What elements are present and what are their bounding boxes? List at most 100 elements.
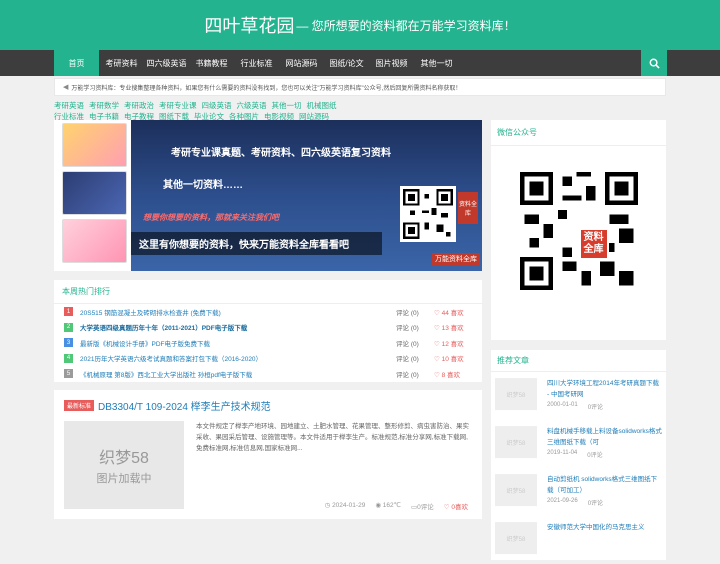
article-meta: ◷ 2024-01-29 ◉ 162℃ ▭0评论 ♡ 0喜欢	[325, 501, 468, 511]
rec-item: 织梦58 料盘机械手移载上料设备solidworks格式三维图纸下载（可 201…	[491, 420, 666, 468]
slider-thumbs	[54, 120, 131, 271]
article-views: ◉ 162℃	[375, 502, 401, 509]
rec-link[interactable]: 安徽师范大学中国化的马克思主义	[547, 524, 645, 531]
like-count: ♡ 10 喜欢	[434, 356, 464, 364]
like-count: ♡ 8 喜欢	[434, 371, 461, 379]
like-count: ♡ 44 喜欢	[434, 309, 464, 317]
wechat-title: 微信公众号	[491, 120, 666, 146]
hot-link[interactable]: 20S515 钢筋混凝土及砖砌排水检查井 (免费下载)	[80, 307, 396, 317]
hot-link[interactable]: 大学英语四级真题历年十年（2011-2021）PDF电子版下载	[80, 322, 396, 332]
sidebar: 微信公众号 资料全库 推荐文章 织梦58 四川大学环境工程2014年考研真题下载…	[491, 120, 666, 560]
rec-thumbnail[interactable]: 织梦58	[495, 522, 537, 554]
nav-other[interactable]: 其他一切	[414, 50, 459, 76]
slider-thumb[interactable]	[62, 123, 127, 167]
wechat-qr-code: 资料全库	[519, 172, 638, 290]
article-excerpt: 本文件规定了榉李产地环境、园地建立、土肥水管理、花果管理、整形修剪、病虫害防治、…	[196, 423, 469, 452]
rank-badge: 4	[64, 353, 73, 363]
nav-media[interactable]: 图片视频	[369, 50, 414, 76]
comment-count: 评论 (0)	[396, 371, 419, 379]
nav-books[interactable]: 书籍教程	[189, 50, 234, 76]
rec-link[interactable]: 料盘机械手移载上料设备solidworks格式三维图纸下载（可	[547, 428, 662, 446]
hot-ranking: 本周热门排行 1 20S515 钢筋混凝土及砖砌排水检查井 (免费下载) 评论 …	[54, 280, 482, 382]
nav-kaoyan[interactable]: 考研资料	[99, 50, 144, 76]
article-comments[interactable]: ▭0评论	[411, 501, 434, 511]
rec-link[interactable]: 四川大学环境工程2014年考研真题下载 - 中国考研网	[547, 380, 659, 398]
recommended-title: 推荐文章	[491, 350, 666, 372]
banner-line2: 其他一切资料……	[163, 180, 243, 191]
thumbnail-line2: 图片加载中	[96, 473, 152, 485]
nav-drawings[interactable]: 图纸/论文	[324, 50, 369, 76]
rank-badge: 3	[64, 338, 73, 348]
slider-thumb[interactable]	[62, 171, 127, 215]
hot-link[interactable]: 《机械原理 第8版》西北工业大学出版社 孙桓pdf电子版下载	[80, 369, 396, 379]
article-body: 织梦58 图片加载中 本文件规定了榉李产地环境、园地建立、土肥水管理、花果管理、…	[64, 421, 472, 509]
tag-link[interactable]: 考研数学	[89, 101, 119, 110]
hot-title: 本周热门排行	[54, 280, 482, 304]
article-title[interactable]: DB3304/T 109-2024 榉李生产技术规范	[98, 398, 271, 413]
main-column: 考研专业课真题、考研资料、四六级英语复习资料 其他一切资料…… 想要你想要的资料…	[54, 120, 482, 519]
notice-bar: ◀ 万能学习资料库：专业搜集整理各种资料，如果您有什么需要的资料没有找到，您也可…	[54, 78, 666, 96]
rank-badge: 5	[64, 369, 73, 379]
search-button[interactable]	[641, 50, 667, 76]
tag-link[interactable]: 机械图纸	[307, 101, 337, 110]
comment-count: 评论 (0)	[396, 356, 419, 364]
rec-meta: 2000-01-01 0评论	[547, 402, 604, 411]
comment-count: 评论 (0)	[396, 309, 419, 317]
rec-text: 四川大学环境工程2014年考研真题下载 - 中国考研网 2000-01-01 0评…	[537, 378, 662, 414]
hot-row: 3 最新版《机械设计手册》PDF电子版免费下载 评论 (0) ♡ 12 喜欢	[54, 335, 482, 351]
article-badge: 最新标准	[64, 400, 95, 411]
slider-thumb[interactable]	[62, 219, 127, 263]
wechat-panel: 微信公众号 资料全库	[491, 120, 666, 340]
rec-item: 织梦58 自动剪纸机 solidworks格式三维图纸下载（可加工） 2021-…	[491, 468, 666, 516]
clock-icon: ◷	[324, 502, 331, 509]
nav-source[interactable]: 网站源码	[279, 50, 324, 76]
heart-icon: ♡	[443, 504, 450, 511]
article-likes[interactable]: ♡ 0喜欢	[444, 501, 468, 511]
hot-row: 4 2021历年大学英语六级考试真题和答案打包下载（2016-2020） 评论 …	[54, 351, 482, 367]
like-count: ♡ 12 喜欢	[434, 340, 464, 348]
rec-thumbnail[interactable]: 织梦58	[495, 378, 537, 410]
banner-line1: 考研专业课真题、考研资料、四六级英语复习资料	[171, 148, 391, 159]
eye-icon: ◉	[375, 502, 381, 509]
comment-count: 评论 (0)	[396, 340, 419, 348]
tag-link[interactable]: 考研英语	[54, 101, 84, 110]
tag-link[interactable]: 四级英语	[202, 101, 232, 110]
rec-thumbnail[interactable]: 织梦58	[495, 474, 537, 506]
banner-qr-code	[400, 186, 456, 242]
main-nav: 首页 考研资料 四六级英语 书籍教程 行业标准 网站源码 图纸/论文 图片视频 …	[0, 50, 720, 76]
rec-link[interactable]: 自动剪纸机 solidworks格式三维图纸下载（可加工）	[547, 476, 657, 494]
rec-meta: 2019-11-04 0评论	[547, 450, 603, 459]
nav-cet[interactable]: 四六级英语	[144, 50, 189, 76]
site-slogan: — 您所想要的资料都在万能学习资料库！	[296, 18, 516, 33]
tag-link[interactable]: 其他一切	[272, 101, 302, 110]
banner-caption: 这里有你想要的资料，快来万能资料全库看看吧	[131, 232, 382, 255]
nav-standards[interactable]: 行业标准	[234, 50, 279, 76]
rec-meta: 2021-09-26 0评论	[547, 498, 604, 507]
tag-link[interactable]: 考研专业课	[159, 101, 197, 110]
notice-text: 万能学习资料库：专业搜集整理各种资料，如果您有什么需要的资料没有找到，您也可以关…	[71, 85, 462, 92]
article-card: 最新标准 DB3304/T 109-2024 榉李生产技术规范 织梦58 图片加…	[54, 390, 482, 519]
comment-count: 评论 (0)	[396, 325, 419, 333]
site-logo[interactable]: 四叶草花园	[204, 12, 294, 38]
thumbnail-line1: 织梦58	[99, 450, 149, 467]
rec-item: 织梦58 安徽师范大学中国化的马克思主义	[491, 516, 666, 564]
tag-link[interactable]: 考研政治	[124, 101, 154, 110]
banner-brand: 万能资料全库	[432, 253, 480, 265]
rank-badge: 1	[64, 307, 73, 317]
rec-text: 自动剪纸机 solidworks格式三维图纸下载（可加工） 2021-09-26…	[537, 474, 662, 510]
rank-badge: 2	[64, 322, 73, 332]
site-header: 四叶草花园 — 您所想要的资料都在万能学习资料库！	[0, 0, 720, 50]
rec-thumbnail[interactable]: 织梦58	[495, 426, 537, 458]
nav-home[interactable]: 首页	[54, 50, 99, 76]
banner-image[interactable]: 考研专业课真题、考研资料、四六级英语复习资料 其他一切资料…… 想要你想要的资料…	[131, 120, 482, 271]
article-thumbnail[interactable]: 织梦58 图片加载中	[64, 421, 184, 509]
banner-line3: 想要你想要的资料，那就来关注我们吧	[143, 213, 279, 222]
tag-link[interactable]: 六级英语	[237, 101, 267, 110]
hot-link[interactable]: 最新版《机械设计手册》PDF电子版免费下载	[80, 338, 396, 348]
rec-item: 织梦58 四川大学环境工程2014年考研真题下载 - 中国考研网 2000-01…	[491, 372, 666, 420]
hot-row: 5 《机械原理 第8版》西北工业大学出版社 孙桓pdf电子版下载 评论 (0) …	[54, 366, 482, 382]
rec-text: 安徽师范大学中国化的马克思主义	[537, 522, 662, 558]
article-header: 最新标准 DB3304/T 109-2024 榉李生产技术规范	[64, 398, 472, 413]
wechat-logo: 资料全库	[578, 228, 609, 260]
hot-link[interactable]: 2021历年大学英语六级考试真题和答案打包下载（2016-2020）	[80, 353, 396, 363]
